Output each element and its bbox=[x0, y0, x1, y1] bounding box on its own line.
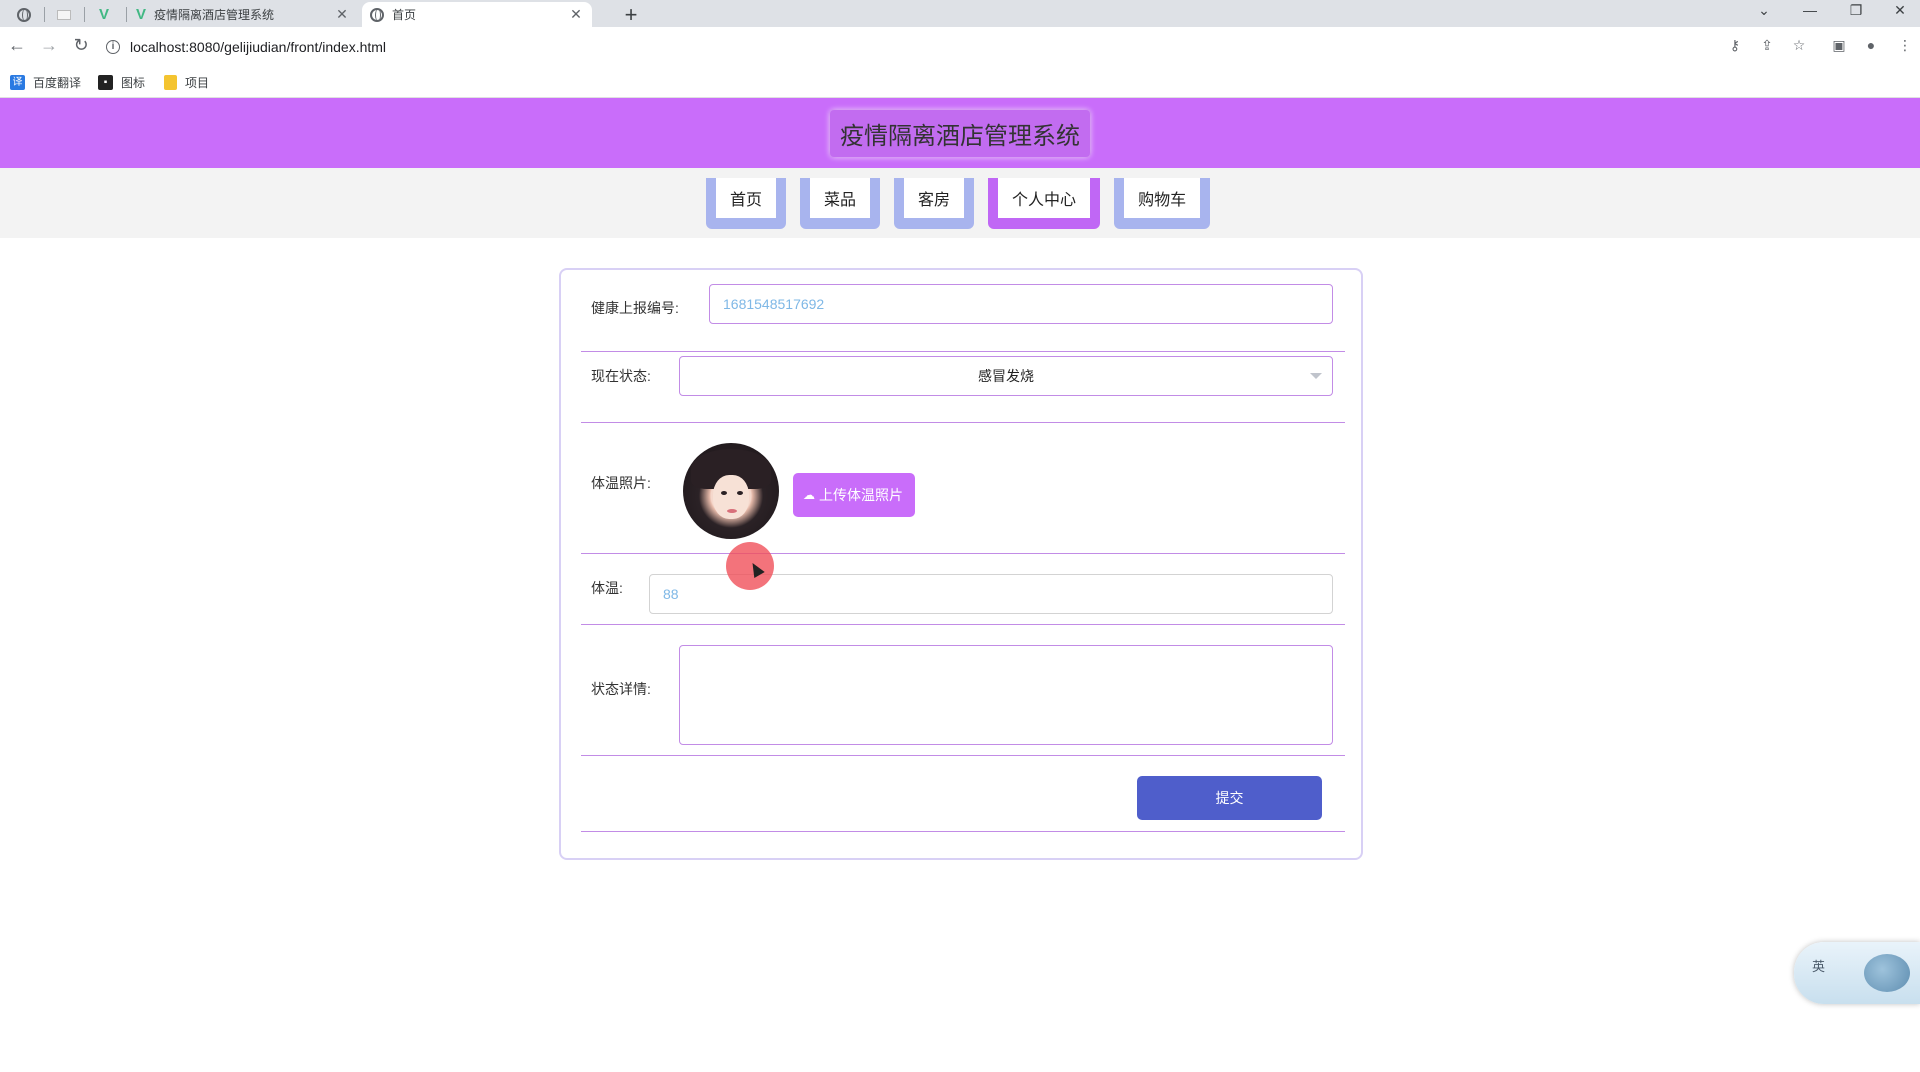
form-row-status: 现在状态: 感冒发烧 bbox=[581, 352, 1345, 423]
browser-toolbar: ← → ↻ i localhost:8080/gelijiudian/front… bbox=[0, 27, 1920, 68]
photo-label: 体温照片: bbox=[591, 475, 651, 491]
menu-icon[interactable]: ⋮ bbox=[1894, 37, 1916, 54]
blank-page-icon bbox=[57, 9, 71, 20]
close-window-button[interactable]: ✕ bbox=[1880, 2, 1920, 19]
nav-item-dishes[interactable]: 菜品 bbox=[800, 178, 881, 229]
bookmark-label: 项目 bbox=[185, 76, 210, 90]
bookmarks-bar: 译 百度翻译 ▪ 图标 项目 bbox=[0, 68, 1920, 98]
tab-search-icon[interactable]: ⌄ bbox=[1744, 2, 1784, 19]
bookmark-label: 图标 bbox=[121, 76, 146, 90]
nav-item-personal-center[interactable]: 个人中心 bbox=[988, 178, 1101, 229]
nav-item-label: 个人中心 bbox=[998, 178, 1091, 218]
nav-item-home[interactable]: 首页 bbox=[706, 178, 787, 229]
profile-icon[interactable]: ● bbox=[1860, 37, 1882, 53]
health-report-form: 健康上报编号: 1681548517692 现在状态: 感冒发烧 体温照片: ☁… bbox=[559, 268, 1363, 860]
tab-pinned-vue[interactable]: V bbox=[84, 2, 124, 27]
tab-title: 疫情隔离酒店管理系统 bbox=[154, 8, 275, 22]
star-icon[interactable]: ☆ bbox=[1788, 37, 1810, 54]
tab-pinned-globe[interactable] bbox=[4, 2, 44, 27]
bookmark-label: 百度翻译 bbox=[33, 76, 82, 90]
avatar-eye bbox=[737, 491, 743, 495]
translate-icon: 译 bbox=[10, 75, 25, 90]
upload-photo-button[interactable]: ☁ 上传体温照片 bbox=[793, 473, 915, 517]
nav-item-label: 菜品 bbox=[810, 178, 871, 218]
new-tab-button[interactable]: + bbox=[618, 2, 644, 28]
form-row-temperature: 体温: 88 bbox=[581, 554, 1345, 625]
details-label: 状态详情: bbox=[591, 681, 651, 697]
url-text: localhost:8080/gelijiudian/front/index.h… bbox=[130, 39, 387, 55]
submit-button[interactable]: 提交 bbox=[1137, 776, 1322, 820]
avatar-lips bbox=[727, 509, 737, 513]
key-icon[interactable]: ⚷ bbox=[1724, 37, 1746, 54]
info-icon[interactable]: i bbox=[106, 40, 120, 54]
site-header: 疫情隔离酒店管理系统 bbox=[0, 98, 1920, 168]
tab-home[interactable]: 首页 ✕ bbox=[362, 2, 592, 27]
nav-item-rooms[interactable]: 客房 bbox=[894, 178, 975, 229]
address-bar[interactable]: i localhost:8080/gelijiudian/front/index… bbox=[106, 32, 1776, 62]
widget-label: 英 bbox=[1812, 959, 1826, 974]
nav-item-cart[interactable]: 购物车 bbox=[1114, 178, 1211, 229]
tab-hotel-system[interactable]: V 疫情隔离酒店管理系统 ✕ bbox=[128, 2, 358, 27]
form-row-report-id: 健康上报编号: 1681548517692 bbox=[581, 284, 1345, 352]
browser-tabstrip: V V 疫情隔离酒店管理系统 ✕ 首页 ✕ + ⌄ — ❐ ✕ bbox=[0, 0, 1920, 27]
site-title: 疫情隔离酒店管理系统 bbox=[830, 109, 1090, 157]
side-panel-icon[interactable]: ▣ bbox=[1828, 37, 1850, 54]
share-icon[interactable]: ⇪ bbox=[1756, 37, 1778, 54]
report-id-label: 健康上报编号: bbox=[591, 300, 679, 316]
cloud-upload-icon: ☁ bbox=[803, 488, 815, 502]
report-id-field[interactable]: 1681548517692 bbox=[709, 284, 1333, 324]
tab-title: 首页 bbox=[392, 8, 417, 22]
avatar-eye bbox=[721, 491, 727, 495]
forward-icon[interactable]: → bbox=[36, 35, 62, 56]
details-textarea[interactable] bbox=[679, 645, 1333, 745]
floating-ime-widget[interactable]: 英 bbox=[1794, 942, 1920, 1004]
globe-icon bbox=[17, 7, 31, 22]
folder-icon bbox=[164, 75, 177, 90]
status-label: 现在状态: bbox=[591, 368, 651, 384]
bookmark-baidu-translate[interactable]: 译 百度翻译 bbox=[10, 74, 81, 91]
back-icon[interactable]: ← bbox=[4, 35, 30, 56]
nav-item-label: 客房 bbox=[904, 178, 965, 218]
close-icon[interactable]: ✕ bbox=[334, 6, 350, 23]
upload-photo-label: 上传体温照片 bbox=[819, 487, 903, 503]
reload-icon[interactable]: ↻ bbox=[68, 35, 94, 56]
close-icon[interactable]: ✕ bbox=[568, 6, 584, 23]
status-select[interactable]: 感冒发烧 bbox=[679, 356, 1333, 396]
nav-items: 首页 菜品 客房 个人中心 购物车 bbox=[706, 178, 1211, 229]
status-selected-value: 感冒发烧 bbox=[978, 368, 1034, 384]
chevron-down-icon bbox=[1310, 373, 1322, 379]
tab-separator bbox=[126, 7, 127, 22]
temperature-photo-avatar bbox=[683, 443, 779, 539]
vue-icon: V bbox=[98, 6, 109, 23]
minimize-button[interactable]: — bbox=[1790, 2, 1830, 18]
globe-icon bbox=[370, 7, 384, 22]
bookmark-icons[interactable]: ▪ 图标 bbox=[98, 74, 145, 91]
vue-icon: V bbox=[136, 6, 147, 23]
tab-pinned-blank[interactable] bbox=[44, 2, 84, 27]
picture-icon: ▪ bbox=[98, 75, 113, 90]
form-row-submit: 提交 bbox=[581, 756, 1345, 832]
form-row-photo: 体温照片: ☁ 上传体温照片 bbox=[581, 423, 1345, 554]
widget-decoration-icon bbox=[1864, 954, 1910, 992]
temperature-label: 体温: bbox=[591, 580, 623, 596]
nav-item-label: 首页 bbox=[716, 178, 777, 218]
form-row-details: 状态详情: bbox=[581, 625, 1345, 756]
bookmark-projects[interactable]: 项目 bbox=[164, 74, 209, 91]
main-nav: 首页 菜品 客房 个人中心 购物车 bbox=[0, 168, 1920, 238]
restore-button[interactable]: ❐ bbox=[1836, 2, 1876, 19]
nav-item-label: 购物车 bbox=[1124, 178, 1201, 218]
